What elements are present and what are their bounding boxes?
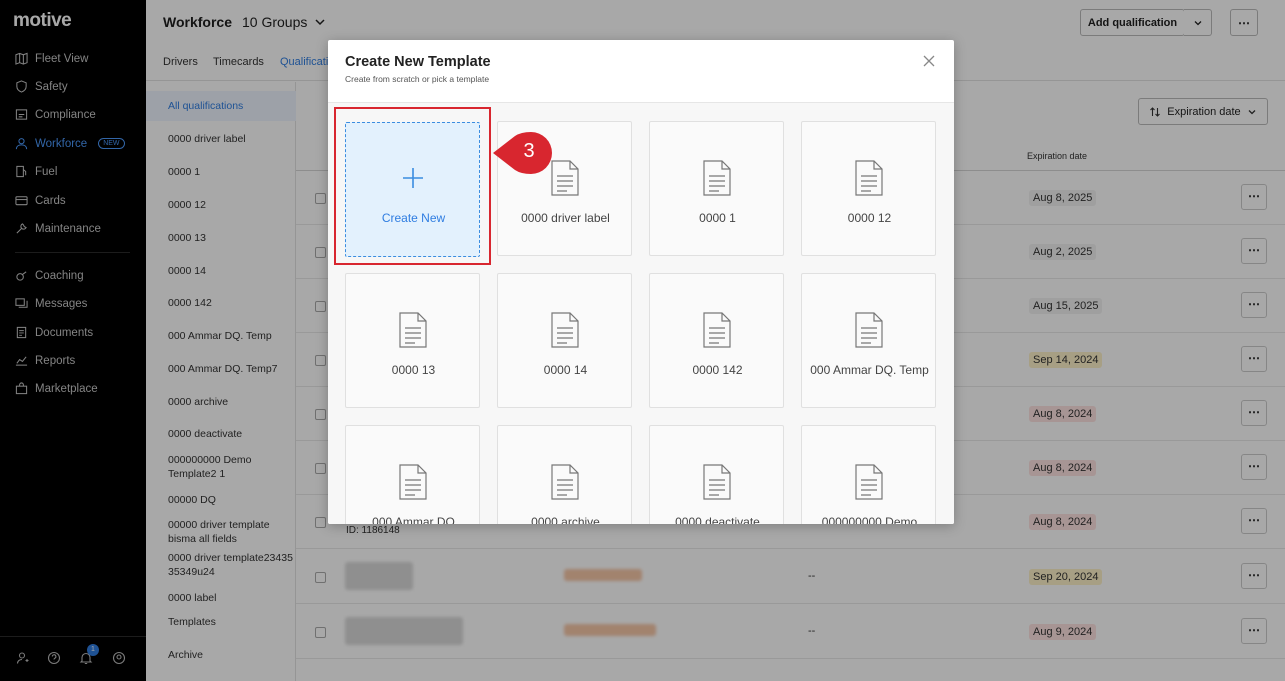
template-label: 0000 archive — [531, 515, 600, 524]
template-card[interactable]: 0000 142 — [649, 273, 784, 408]
close-icon[interactable] — [921, 53, 937, 69]
template-card[interactable]: 000 Ammar DQ. Temp — [801, 273, 936, 408]
template-label: 0000 12 — [847, 211, 892, 225]
document-icon — [551, 312, 579, 348]
template-label: 000 Ammar DQ. Temp — [810, 363, 929, 377]
template-label: 0000 142 — [692, 363, 743, 377]
template-label: 000 Ammar DQ — [372, 515, 455, 524]
template-label: 0000 deactivate — [675, 515, 760, 524]
modal-subtitle: Create from scratch or pick a template — [345, 74, 490, 84]
template-card[interactable]: 000 Ammar DQ — [345, 425, 480, 524]
template-card[interactable]: 0000 deactivate — [649, 425, 784, 524]
document-icon — [855, 464, 883, 500]
document-icon — [703, 312, 731, 348]
step-highlight-box — [334, 107, 491, 265]
template-label: 0000 driver label — [521, 211, 610, 225]
template-label: 0000 14 — [543, 363, 588, 377]
template-card[interactable]: 0000 12 — [801, 121, 936, 256]
document-icon — [703, 160, 731, 196]
modal-title: Create New Template — [345, 54, 491, 70]
document-icon — [399, 312, 427, 348]
document-icon — [855, 160, 883, 196]
step-number: 3 — [523, 140, 535, 162]
template-label: 0000 13 — [391, 363, 436, 377]
template-card[interactable]: 0000 14 — [497, 273, 632, 408]
template-label: 0000 1 — [699, 211, 736, 225]
template-label: 000000000 Demo — [821, 515, 918, 524]
document-icon — [551, 464, 579, 500]
document-icon — [703, 464, 731, 500]
template-card[interactable]: 0000 archive — [497, 425, 632, 524]
template-card[interactable]: 0000 1 — [649, 121, 784, 256]
document-icon — [855, 312, 883, 348]
template-card[interactable]: 000000000 Demo — [801, 425, 936, 524]
document-icon — [399, 464, 427, 500]
template-card[interactable]: 0000 13 — [345, 273, 480, 408]
